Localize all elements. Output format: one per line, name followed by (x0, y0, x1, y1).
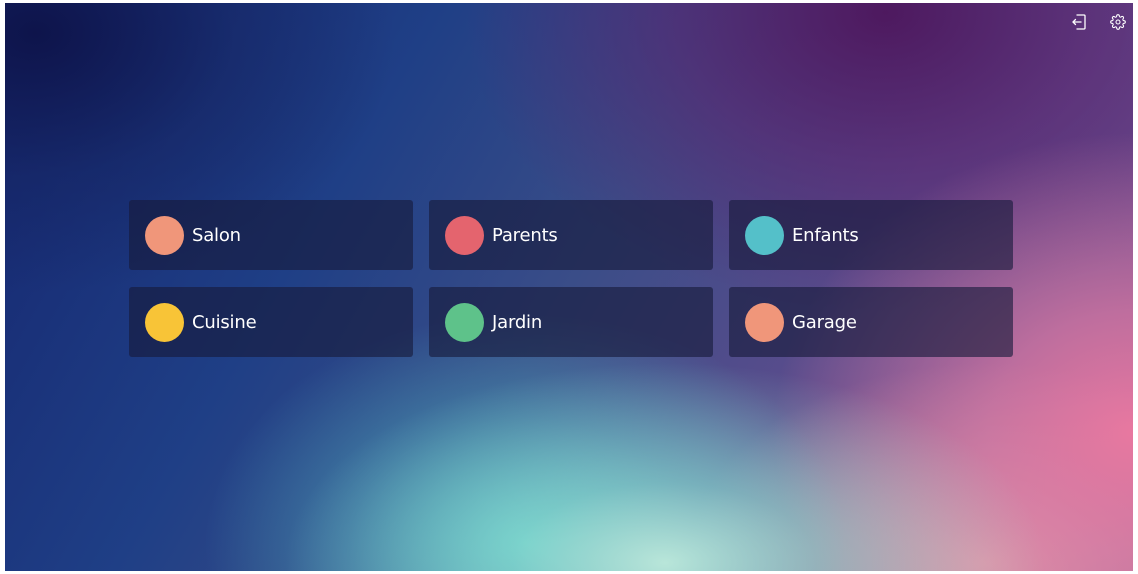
room-label: Parents (492, 224, 558, 246)
logout-icon[interactable] (1069, 12, 1089, 32)
room-card-garage[interactable]: Garage (729, 287, 1013, 357)
room-card-parents[interactable]: Parents (429, 200, 713, 270)
room-color-dot (445, 215, 484, 255)
room-color-dot (445, 302, 484, 342)
room-color-dot (145, 302, 184, 342)
room-card-enfants[interactable]: Enfants (729, 200, 1013, 270)
room-color-dot (745, 215, 784, 255)
room-label: Enfants (792, 224, 859, 246)
room-color-dot (145, 215, 184, 255)
room-card-salon[interactable]: Salon (129, 200, 413, 270)
room-label: Cuisine (192, 311, 257, 333)
room-grid: Salon Parents Enfants Cuisine Jardin Gar… (129, 200, 1013, 357)
room-label: Salon (192, 224, 241, 246)
room-card-cuisine[interactable]: Cuisine (129, 287, 413, 357)
room-label: Jardin (492, 311, 543, 333)
settings-icon[interactable] (1108, 12, 1128, 32)
dashboard-background: Salon Parents Enfants Cuisine Jardin Gar… (5, 3, 1133, 571)
room-label: Garage (792, 311, 857, 333)
room-card-jardin[interactable]: Jardin (429, 287, 713, 357)
room-color-dot (745, 302, 784, 342)
